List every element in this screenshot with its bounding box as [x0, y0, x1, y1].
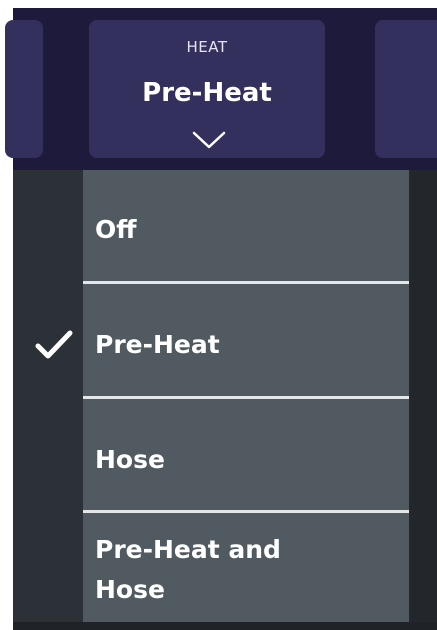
heat-dropdown-menu: Off Pre-Heat Hose Pre-Heat and Hose [13, 170, 409, 622]
checkmark-icon [35, 330, 73, 359]
option-label: Off [95, 215, 137, 244]
option-pre-heat-and-hose[interactable]: Pre-Heat and Hose [83, 530, 313, 610]
heat-current-value: Pre-Heat [142, 78, 272, 108]
option-label: Hose [95, 445, 165, 474]
divider [83, 281, 409, 284]
option-label: Pre-Heat and Hose [95, 535, 281, 604]
selection-indicator-column [13, 170, 83, 622]
option-hose[interactable]: Hose [83, 440, 409, 480]
option-off[interactable]: Off [83, 210, 409, 250]
next-tile[interactable] [375, 20, 437, 158]
previous-tile[interactable] [5, 20, 43, 158]
chevron-down-icon[interactable] [192, 130, 226, 150]
option-pre-heat[interactable]: Pre-Heat [83, 325, 409, 365]
background-strip-bottom [13, 622, 437, 630]
heat-mode-tile[interactable]: HEAT Pre-Heat [89, 20, 325, 158]
divider [83, 396, 409, 399]
screen: HEAT Pre-Heat Off Pre-Heat Hose Pre-Heat… [0, 0, 437, 630]
background-strip [409, 170, 437, 622]
divider [83, 510, 409, 513]
mode-tile-bar: HEAT Pre-Heat [5, 8, 437, 170]
heat-caption: HEAT [186, 38, 228, 56]
option-label: Pre-Heat [95, 330, 220, 359]
